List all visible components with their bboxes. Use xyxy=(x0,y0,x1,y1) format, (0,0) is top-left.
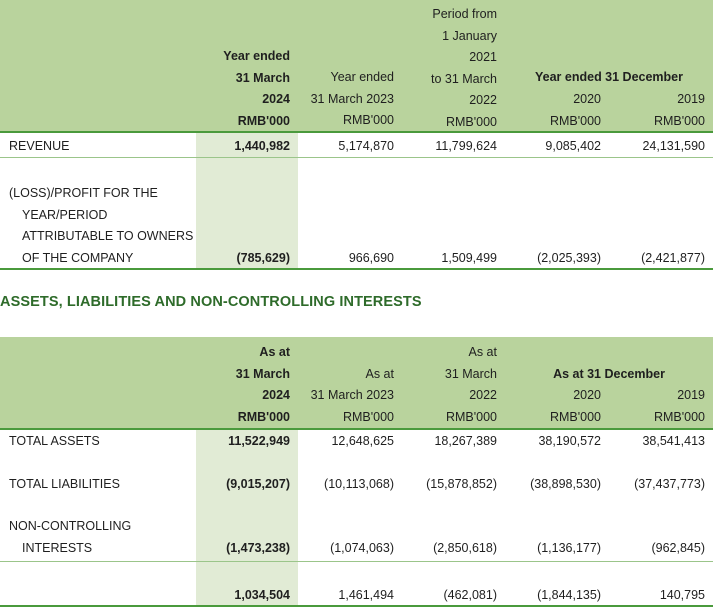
header-line: Year ended xyxy=(330,70,395,84)
value-2019: (2,421,877) xyxy=(641,250,705,265)
value-2022: (15,878,852) xyxy=(426,477,497,491)
header-col-2024: As at 31 March 2024 RMB'000 xyxy=(190,342,290,428)
header-line: 2019 xyxy=(677,388,705,402)
header-line: RMB'000 xyxy=(342,409,394,424)
header-line: RMB'000 xyxy=(237,113,290,128)
row-label: TOTAL ASSETS xyxy=(9,434,100,448)
value-2020: (1,844,135) xyxy=(537,588,601,602)
balance-table-header: As at 31 March 2024 RMB'000 As at 31 Mar… xyxy=(0,337,713,428)
value-2022: 18,267,389 xyxy=(434,434,497,448)
row-label: YEAR/PERIOD xyxy=(22,207,108,222)
value-2023: 966,690 xyxy=(348,250,394,265)
header-line: 31 March xyxy=(444,366,497,381)
header-line: 31 March 2023 xyxy=(310,91,394,106)
header-line: As at xyxy=(365,366,395,381)
header-line: 2022 xyxy=(469,93,497,107)
value-2020: (38,898,530) xyxy=(530,477,601,491)
value-2023: (10,113,068) xyxy=(324,477,394,491)
section-title: ASSETS, LIABILITIES AND NON-CONTROLLING … xyxy=(0,294,422,310)
header-line: RMB'000 xyxy=(445,114,497,129)
value-2023: (1,074,063) xyxy=(330,541,394,555)
value-2019: (37,437,773) xyxy=(634,477,705,491)
value-2019: (962,845) xyxy=(651,541,705,555)
value-2019: 140,795 xyxy=(659,588,705,602)
divider xyxy=(0,268,713,270)
row-label: INTERESTS xyxy=(22,541,93,555)
header-line: RMB'000 xyxy=(549,113,601,128)
header-line: Year ended xyxy=(223,49,290,63)
divider xyxy=(0,131,713,133)
value-2023: 5,174,870 xyxy=(338,139,394,153)
row-label: ATTRIBUTABLE TO OWNERS xyxy=(22,229,194,243)
header-col-2019: 2019 RMB'000 xyxy=(615,385,705,428)
value-2024: (9,015,207) xyxy=(226,477,290,491)
header-line: RMB'000 xyxy=(237,409,290,424)
value-2020: 9,085,402 xyxy=(545,139,601,153)
header-line: As at xyxy=(259,345,290,359)
row-label: TOTAL LIABILITIES xyxy=(9,477,120,491)
value-2022: (2,850,618) xyxy=(433,541,497,555)
value-2024: 1,440,982 xyxy=(234,139,290,153)
header-line: to 31 March xyxy=(430,71,497,86)
header-line: 31 March 2023 xyxy=(310,388,394,402)
header-line: 2019 xyxy=(677,92,705,106)
header-col-2022: As at 31 March 2022 RMB'000 xyxy=(397,342,497,428)
header-line: 31 March xyxy=(235,366,290,381)
header-col-2024: Year ended 31 March 2024 RMB'000 xyxy=(190,46,290,132)
header-line: RMB'000 xyxy=(549,409,601,424)
row-label: (LOSS)/PROFIT FOR THE xyxy=(9,186,158,200)
value-2020: (2,025,393) xyxy=(537,250,601,265)
header-span-year-ended-31-december: Year ended 31 December xyxy=(535,70,683,84)
header-col-2020: 2020 RMB'000 xyxy=(511,89,601,132)
header-col-2022: Period from 1 January 2021 to 31 March 2… xyxy=(397,4,497,133)
value-2020: 38,190,572 xyxy=(538,434,601,448)
value-2022: (462,081) xyxy=(443,588,497,602)
value-2022: 1,509,499 xyxy=(441,250,497,265)
header-line: 2022 xyxy=(469,388,497,402)
header-col-2020: 2020 RMB'000 xyxy=(511,385,601,428)
row-label: NON-CONTROLLING xyxy=(9,519,132,533)
value-2019: 24,131,590 xyxy=(642,139,705,153)
income-table-header: Year ended 31 March 2024 RMB'000 Year en… xyxy=(0,0,713,131)
row-label: OF THE COMPANY xyxy=(22,250,134,265)
value-2024: (785,629) xyxy=(236,250,290,265)
header-line: 2024 xyxy=(262,92,290,106)
value-2019: 38,541,413 xyxy=(642,434,705,448)
row-label: REVENUE xyxy=(9,139,70,153)
header-line: RMB'000 xyxy=(653,113,705,128)
header-line: 1 January xyxy=(442,28,497,43)
divider xyxy=(0,605,713,607)
header-line: 2020 xyxy=(573,92,601,106)
value-2024: 1,034,504 xyxy=(234,588,290,602)
value-2022: 11,799,624 xyxy=(435,139,497,153)
header-line: As at xyxy=(468,345,498,359)
value-2020: (1,136,177) xyxy=(537,541,601,555)
header-line: 2020 xyxy=(573,388,601,402)
header-line: RMB'000 xyxy=(342,113,394,127)
header-line: 2021 xyxy=(469,50,497,64)
header-col-2019: 2019 RMB'000 xyxy=(615,89,705,132)
header-line: 31 March xyxy=(235,70,290,85)
divider xyxy=(0,157,713,158)
header-col-2023: As at 31 March 2023 RMB'000 xyxy=(284,364,394,429)
header-line: 2024 xyxy=(262,388,290,402)
value-2024: (1,473,238) xyxy=(226,541,290,555)
current-year-highlight xyxy=(196,430,298,606)
value-2023: 12,648,625 xyxy=(331,434,394,448)
value-2024: 11,522,949 xyxy=(228,434,290,448)
header-col-2023: Year ended 31 March 2023 RMB'000 xyxy=(284,67,394,132)
value-2023: 1,461,494 xyxy=(338,588,394,602)
divider xyxy=(0,428,713,430)
divider xyxy=(0,561,713,562)
header-line: RMB'000 xyxy=(445,409,497,424)
header-line: RMB'000 xyxy=(653,409,705,424)
header-span-as-at-31-december: As at 31 December xyxy=(553,366,665,381)
header-line: Period from xyxy=(432,7,497,21)
